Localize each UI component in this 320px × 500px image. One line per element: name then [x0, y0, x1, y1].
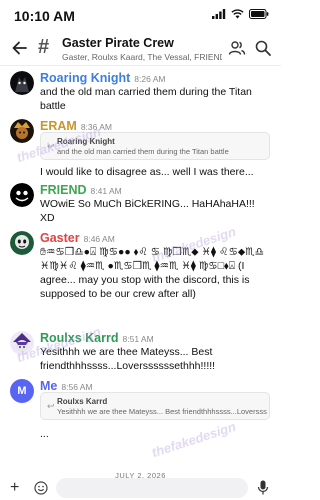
message-time: 8:41 AM	[90, 186, 122, 196]
avatar-letter: M	[17, 385, 27, 397]
message-text: ...	[40, 428, 49, 440]
channel-members[interactable]: Gaster, Roulxs Kaard, The Vessal, FRIEND…	[62, 52, 222, 62]
author-name[interactable]: Me	[40, 379, 57, 393]
avatar[interactable]	[10, 71, 34, 95]
channel-header: # Gaster Pirate Crew Gaster, Roulxs Kaar…	[0, 30, 281, 66]
reply-author: Roaring Knight	[57, 137, 115, 146]
channel-hash-icon: #	[38, 36, 50, 58]
reply-author: Roulxs Karrd	[57, 397, 108, 406]
message-text: and the old man carried them during the …	[40, 86, 252, 112]
avatar[interactable]	[10, 231, 34, 255]
message-input[interactable]	[56, 478, 248, 498]
wifi-icon	[231, 9, 244, 19]
author-name[interactable]: Roaring Knight	[40, 71, 130, 85]
status-icons	[212, 9, 269, 19]
reply-text: Yesithhh we are thee Mateyss... Best fri…	[57, 407, 267, 416]
back-arrow-icon[interactable]	[10, 38, 30, 58]
message-text: WOwiE So MuCh BiCkERING... HaHAhaHA!!! X…	[40, 198, 255, 224]
status-time: 10:10 AM	[14, 8, 75, 24]
message-text: ✋︎♒︎♋︎❒︎♎︎●︎⍓︎ ♍︎♋︎●︎● ⬧︎♌︎ ♋︎ ♍︎❒︎♏︎⬥︎ …	[40, 246, 265, 300]
signal-icon	[212, 9, 226, 19]
emoji-icon[interactable]	[34, 481, 48, 495]
author-name[interactable]: FRIEND	[40, 183, 87, 197]
reply-arrow-icon: ↩	[47, 141, 55, 151]
reply-text: and the old man carried them during the …	[57, 147, 229, 156]
message-time: 8:56 AM	[61, 382, 93, 392]
message-time: 8:26 AM	[134, 74, 166, 84]
channel-title[interactable]: Gaster Pirate Crew	[62, 36, 174, 50]
members-icon[interactable]	[228, 39, 246, 57]
microphone-icon[interactable]	[257, 480, 269, 496]
author-name[interactable]: Gaster	[40, 231, 80, 245]
message-text: Yesithhh we are thee Mateyss... Best fri…	[40, 346, 216, 372]
reply-preview[interactable]: ↩ Roulxs Karrd Yesithhh we are thee Mate…	[40, 392, 270, 420]
avatar[interactable]	[10, 331, 34, 355]
reply-preview[interactable]: ↩ Roaring Knight and the old man carried…	[40, 132, 270, 160]
message-time: 8:46 AM	[83, 234, 115, 244]
reply-arrow-icon: ↩	[47, 401, 55, 411]
avatar[interactable]: M	[10, 379, 34, 403]
avatar[interactable]	[10, 119, 34, 143]
search-icon[interactable]	[254, 39, 272, 57]
avatar[interactable]	[10, 183, 34, 207]
author-name[interactable]: ERAM	[40, 119, 77, 133]
add-attachment-icon[interactable]: +	[10, 480, 19, 496]
author-name[interactable]: Roulxs Karrd	[40, 331, 119, 345]
message-feed[interactable]: Roaring Knight 8:26 AM and the old man ca…	[0, 67, 281, 457]
status-bar: 10:10 AM	[0, 0, 281, 30]
message-time: 8:36 AM	[80, 122, 112, 132]
battery-icon	[249, 9, 269, 19]
message-text: I would like to disagree as... well I wa…	[40, 166, 254, 178]
message-time: 8:51 AM	[122, 334, 154, 344]
message-composer: +	[0, 478, 281, 500]
